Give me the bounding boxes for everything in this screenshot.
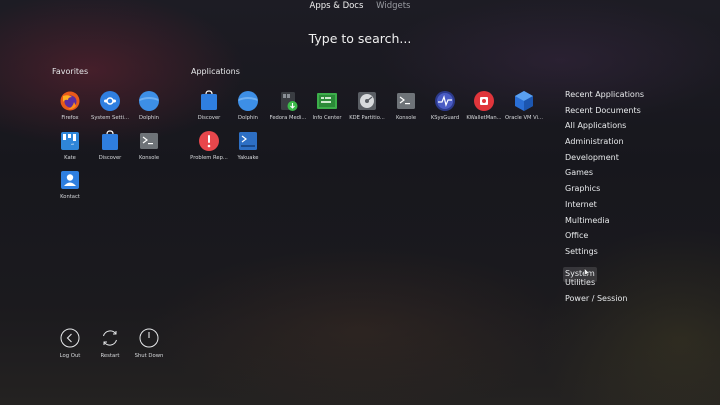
favorite-label: Firefox [61,115,79,121]
app-label: KDE Partitio... [349,115,385,121]
restart-icon [103,330,117,346]
shut-down-icon [139,328,159,348]
kate-icon: “ [61,132,79,150]
log-out-button[interactable]: Log Out [50,328,90,359]
favorite-label: Kate [64,155,76,161]
app-item-kde-partition-manager[interactable]: KDE Partitio... [347,90,387,121]
firefox-icon [60,91,80,111]
kontact-icon [61,171,79,189]
app-label: Yakuake [237,155,259,161]
kwallet-manager-icon [474,91,494,111]
app-item-kwallet-manager[interactable]: KWalletMan... [464,90,504,121]
dolphin-folder-icon [139,91,159,111]
app-item-fedora-media-writer[interactable]: Fedora Medi... [268,90,308,121]
category-internet[interactable]: Internet [563,198,646,214]
app-label: KWalletMan... [466,115,502,121]
konsole-icon [397,93,415,109]
svg-text:“: “ [71,143,74,150]
ksysguard-icon [435,91,455,111]
category-graphics[interactable]: Graphics [563,182,646,198]
category-all-applications[interactable]: All Applications [563,119,646,135]
favorite-item-kontact[interactable]: Kontact [50,169,90,200]
category-multimedia[interactable]: Multimedia [563,214,646,230]
favorite-item-discover[interactable]: Discover [90,130,130,161]
applications-heading: Applications [191,67,240,76]
kde-partition-manager-icon [358,92,376,110]
category-games[interactable]: Games [563,166,646,182]
favorite-label: Konsole [138,155,160,161]
app-label: Fedora Medi... [269,115,307,121]
tab-bar: Apps & Docs Widgets [0,0,720,12]
favorite-item-konsole[interactable]: Konsole [129,130,169,161]
restart-button[interactable]: Restart [90,328,130,359]
app-item-dolphin[interactable]: Dolphin [228,90,268,121]
category-recent-documents[interactable]: Recent Documents [563,104,646,120]
search-field[interactable]: Type to search... [0,31,720,46]
favorite-label: Dolphin [139,115,159,121]
category-list: Recent Applications Recent Documents All… [563,88,646,308]
app-item-konsole[interactable]: Konsole [386,90,426,121]
favorites-heading: Favorites [52,67,89,76]
log-out-icon [60,328,80,348]
category-office[interactable]: Office [563,229,646,245]
shut-down-button[interactable]: Shut Down [129,328,169,359]
favorite-label: Kontact [60,194,80,200]
app-label: Problem Rep... [190,155,228,161]
category-administration[interactable]: Administration [563,135,646,151]
konsole-icon [140,133,158,149]
app-item-ksysguard[interactable]: KSysGuard [425,90,465,121]
category-development[interactable]: Development [563,151,646,167]
tab-widgets[interactable]: Widgets [371,0,415,12]
problem-reporting-icon [199,131,219,151]
dolphin-folder-icon [238,91,258,111]
yakuake-icon [239,132,257,150]
favorite-item-firefox[interactable]: Firefox [50,90,90,121]
app-label: Konsole [395,115,417,121]
fedora-media-writer-icon [281,92,298,111]
discover-icon [102,130,118,150]
app-label: Dolphin [238,115,258,121]
app-label: Oracle VM Vi... [504,115,544,121]
favorite-item-dolphin[interactable]: Dolphin [129,90,169,121]
app-item-discover[interactable]: Discover [189,90,229,121]
app-item-yakuake[interactable]: Yakuake [228,130,268,161]
restart-label: Restart [100,353,120,359]
virtualbox-icon [515,91,533,111]
app-label: KSysGuard [430,115,460,121]
app-label: Info Center [312,115,342,121]
favorite-item-kate[interactable]: “ Kate [50,130,90,161]
favorite-label: Discover [98,155,122,161]
info-center-icon [317,93,337,109]
mouse-cursor-icon [584,268,590,277]
category-settings[interactable]: Settings [563,245,646,261]
app-item-info-center[interactable]: Info Center [307,90,347,121]
category-power-session[interactable]: Power / Session [563,292,646,308]
shut-down-label: Shut Down [134,353,164,359]
app-item-virtualbox[interactable]: Oracle VM Vi... [504,90,544,121]
category-recent-applications[interactable]: Recent Applications [563,88,646,104]
favorite-item-system-settings[interactable]: System Setti... [90,90,130,121]
favorite-label: System Setti... [91,115,129,121]
category-utilities[interactable]: Utilities [563,276,646,292]
system-settings-icon [100,91,120,111]
app-item-problem-reporting[interactable]: Problem Rep... [189,130,229,161]
app-label: Discover [197,115,221,121]
log-out-label: Log Out [59,353,81,359]
discover-icon [201,90,217,110]
tab-apps-docs[interactable]: Apps & Docs [305,0,369,12]
